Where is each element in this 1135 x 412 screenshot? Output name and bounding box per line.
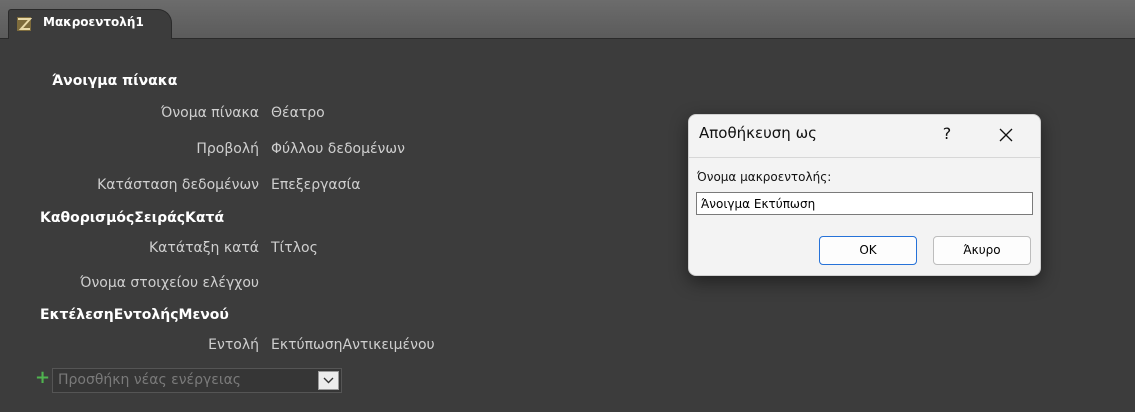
add-new-action-placeholder: Προσθήκη νέας ενέργειας [58,372,242,388]
document-tab-bar: Μακροεντολή1 [0,0,1135,39]
arg-label-command: Εντολή [208,337,259,353]
macro-name-input[interactable] [696,192,1033,215]
cancel-button[interactable]: Άκυρο [933,236,1031,265]
help-button[interactable]: ? [935,122,959,146]
arg-value-data-mode[interactable]: Επεξεργασία [271,177,360,193]
arg-label-view: Προβολή [196,141,259,157]
save-as-dialog: Αποθήκευση ως ? Όνομα μακροεντολής: OK Ά… [688,114,1041,276]
dialog-divider [689,157,1040,158]
action-run-menu-command-title[interactable]: ΕκτέλεσηΕντολήςΜενού [40,307,229,323]
macro-tab[interactable]: Μακροεντολή1 [8,9,172,39]
tab-title: Μακροεντολή1 [43,15,144,29]
macro-icon [16,16,33,32]
arg-label-control-name: Όνομα στοιχείου ελέγχου [80,275,259,291]
chevron-down-icon[interactable] [318,371,339,390]
arg-label-order-by: Κατάταξη κατά [149,240,259,256]
arg-value-view[interactable]: Φύλλου δεδομένων [271,141,405,157]
action-set-order-by-title[interactable]: ΚαθορισμόςΣειράςΚατά [40,210,224,226]
close-button[interactable] [993,122,1019,148]
arg-label-table-name: Όνομα πίνακα [160,105,259,121]
close-icon [999,128,1013,142]
arg-label-data-mode: Κατάσταση δεδομένων [97,177,259,193]
add-new-action-dropdown[interactable]: Προσθήκη νέας ενέργειας [52,368,342,393]
arg-value-order-by[interactable]: Τίτλος [271,240,318,256]
ok-button[interactable]: OK [819,236,917,265]
action-open-table-title[interactable]: Άνοιγμα πίνακα [52,73,177,89]
arg-value-table-name[interactable]: Θέατρο [271,105,325,121]
macro-name-label: Όνομα μακροεντολής: [697,170,832,184]
add-action-plus-icon[interactable]: + [35,369,50,387]
arg-value-command[interactable]: ΕκτύπωσηΑντικειμένου [271,337,435,353]
dialog-title: Αποθήκευση ως [699,124,817,142]
